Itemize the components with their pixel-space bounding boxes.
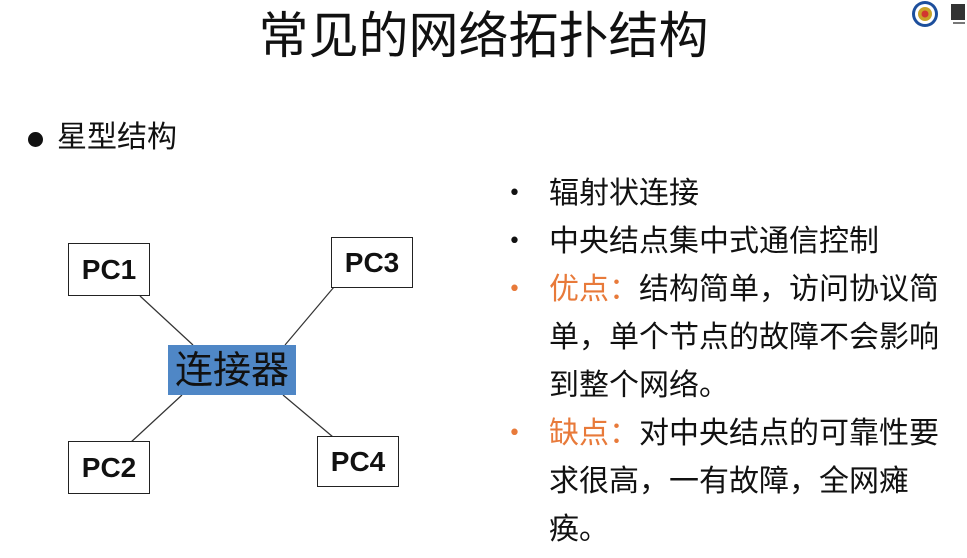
node-pc1: PC1 — [68, 243, 150, 296]
disadvantages-label: 缺点： — [549, 416, 639, 451]
link-pc3 — [284, 286, 335, 346]
node-pc4: PC4 — [317, 436, 399, 487]
list-item: • 中央结点集中式通信控制 — [505, 218, 965, 266]
list-item: • 辐射状连接 — [505, 170, 965, 218]
bullet-dot-icon: • — [508, 229, 521, 254]
node-pc3: PC3 — [331, 237, 413, 288]
bullet-dot-icon: • — [508, 421, 521, 446]
advantages-label: 优点： — [549, 272, 639, 307]
list-item-advantages: • 优点：结构简单，访问协议简单，单个节点的故障不会影响到整个网络。 — [505, 266, 965, 410]
bullet-dot-icon: • — [508, 181, 521, 206]
link-pc4 — [282, 394, 334, 438]
feature-list: • 辐射状连接 • 中央结点集中式通信控制 • 优点：结构简单，访问协议简单，单… — [505, 170, 965, 554]
link-pc2 — [129, 394, 183, 444]
bullet-dot-icon: • — [508, 277, 521, 302]
node-pc2: PC2 — [68, 441, 150, 494]
list-item-disadvantages: • 缺点：对中央结点的可靠性要求很高，一有故障，全网瘫痪。 — [505, 410, 965, 554]
list-item-text: 辐射状连接 — [549, 176, 699, 211]
connector-hub: 连接器 — [168, 345, 296, 395]
list-item-text: 中央结点集中式通信控制 — [549, 224, 879, 259]
link-pc1 — [139, 295, 194, 346]
